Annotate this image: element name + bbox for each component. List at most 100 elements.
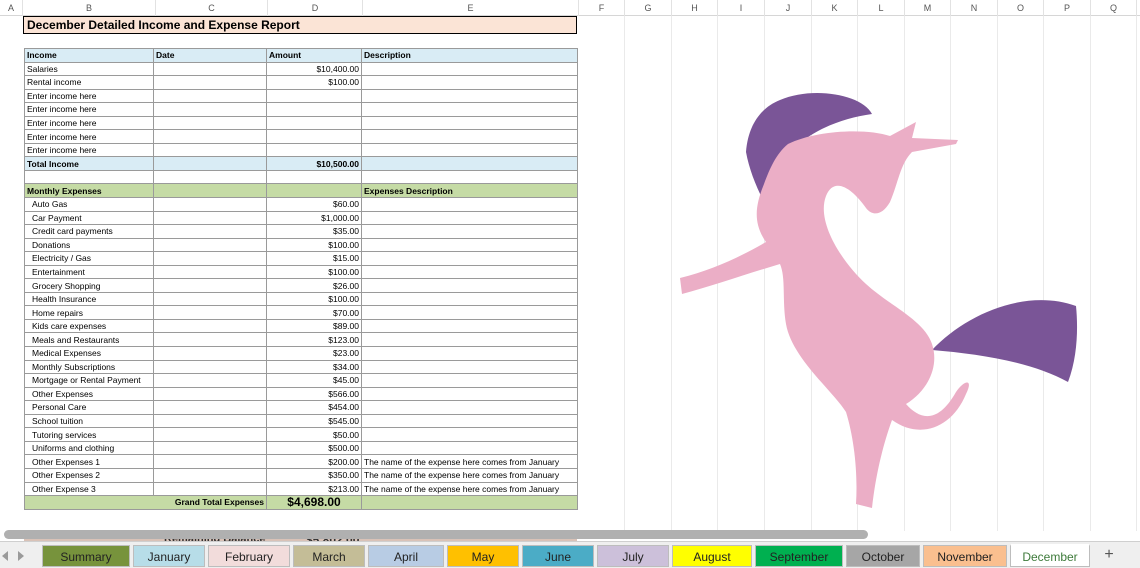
expense-label-cell[interactable]: Kids care expenses [24,318,154,334]
income-amount-cell[interactable] [266,102,362,117]
income-date-cell[interactable] [153,88,267,104]
expense-description-cell[interactable] [361,305,578,320]
expense-label-cell[interactable]: Electricity / Gas [24,251,154,266]
expense-amount-cell[interactable]: $100.00 [266,291,362,307]
column-header-i[interactable]: I [718,0,765,16]
sheet-tab-february[interactable]: February [208,545,290,567]
expense-header-empty[interactable] [153,183,267,198]
expense-date-cell[interactable] [153,264,267,280]
triangle-left-icon[interactable] [2,551,8,561]
income-amount-cell[interactable]: $100.00 [266,75,362,90]
column-header-c[interactable]: C [156,0,268,16]
expense-date-cell[interactable] [153,454,267,469]
grand-total-value[interactable]: $4,698.00 [266,495,362,510]
income-description-cell[interactable] [361,142,578,158]
unicorn-image[interactable] [676,92,1080,508]
expense-label-cell[interactable]: Uniforms and clothing [24,440,154,456]
expense-amount-cell[interactable]: $35.00 [266,224,362,239]
triangle-right-icon[interactable] [18,551,24,561]
expense-date-cell[interactable] [153,386,267,402]
sheet-tab-august[interactable]: August [672,545,752,567]
expense-description-cell[interactable] [361,332,578,348]
expense-label-cell[interactable]: Tutoring services [24,427,154,442]
expense-amount-cell[interactable]: $454.00 [266,400,362,415]
income-description-cell[interactable] [361,88,578,104]
income-label-cell[interactable]: Rental income [24,75,154,90]
expense-date-cell[interactable] [153,332,267,348]
expense-amount-cell[interactable]: $350.00 [266,467,362,483]
expense-date-cell[interactable] [153,346,267,361]
expense-amount-cell[interactable]: $70.00 [266,305,362,320]
expense-amount-cell[interactable]: $26.00 [266,278,362,293]
expense-amount-cell[interactable]: $200.00 [266,454,362,469]
expense-label-cell[interactable]: Credit card payments [24,224,154,239]
expense-amount-cell[interactable]: $100.00 [266,264,362,280]
sheet-tab-october[interactable]: October [846,545,920,567]
expense-date-cell[interactable] [153,400,267,415]
income-amount-cell[interactable]: $10,400.00 [266,61,362,77]
expense-amount-cell[interactable]: $89.00 [266,318,362,334]
expense-date-cell[interactable] [153,467,267,483]
column-header-n[interactable]: N [951,0,998,16]
expense-label-cell[interactable]: Other Expenses 2 [24,467,154,483]
horizontal-scrollbar[interactable] [4,530,868,539]
expense-description-cell[interactable] [361,440,578,456]
expense-header-empty[interactable] [266,183,362,198]
expense-description-cell[interactable] [361,386,578,402]
sheet-tab-june[interactable]: June [522,545,594,567]
report-title[interactable]: December Detailed Income and Expense Rep… [23,16,577,34]
income-description-cell[interactable] [361,129,578,144]
expense-label-cell[interactable]: Car Payment [24,210,154,226]
expense-amount-cell[interactable]: $23.00 [266,346,362,361]
sheet-tab-january[interactable]: January [133,545,205,567]
income-date-cell[interactable] [153,102,267,117]
expense-amount-cell[interactable]: $545.00 [266,413,362,429]
expense-description-cell[interactable] [361,413,578,429]
expense-description-cell[interactable] [361,373,578,388]
expense-amount-cell[interactable]: $566.00 [266,386,362,402]
expense-amount-cell[interactable]: $100.00 [266,237,362,253]
expenses-description-header[interactable]: Expenses Description [361,183,578,198]
sheet-tab-december[interactable]: December [1010,544,1090,567]
expense-label-cell[interactable]: Other Expenses [24,386,154,402]
expense-description-cell[interactable] [361,278,578,293]
income-description-cell[interactable] [361,61,578,77]
expense-description-cell[interactable]: The name of the expense here comes from … [361,467,578,483]
empty-cell[interactable] [266,169,362,185]
expense-date-cell[interactable] [153,278,267,293]
total-income-value[interactable]: $10,500.00 [266,156,362,171]
expense-date-cell[interactable] [153,224,267,239]
expense-amount-cell[interactable]: $1,000.00 [266,210,362,226]
sheet-tab-summary[interactable]: Summary [42,545,130,567]
expense-amount-cell[interactable]: $45.00 [266,373,362,388]
grand-total-description-cell[interactable] [361,495,578,510]
expense-description-cell[interactable] [361,318,578,334]
expense-label-cell[interactable]: Health Insurance [24,291,154,307]
date-header-cell[interactable]: Date [153,48,267,63]
expense-amount-cell[interactable]: $123.00 [266,332,362,348]
sheet-tab-september[interactable]: September [755,545,843,567]
column-header-k[interactable]: K [812,0,858,16]
column-header-d[interactable]: D [268,0,363,16]
column-header-a[interactable]: A [0,0,23,16]
expense-label-cell[interactable]: Grocery Shopping [24,278,154,293]
expense-description-cell[interactable] [361,197,578,212]
expense-date-cell[interactable] [153,359,267,375]
expense-label-cell[interactable]: Entertainment [24,264,154,280]
total-income-description-cell[interactable] [361,156,578,171]
sheet-tab-may[interactable]: May [447,545,519,567]
grand-total-label[interactable]: Grand Total Expenses [24,495,267,510]
empty-cell[interactable] [361,169,578,185]
sheet-tab-july[interactable]: July [597,545,669,567]
income-label-cell[interactable]: Salaries [24,61,154,77]
amount-header-cell[interactable]: Amount [266,48,362,63]
expense-description-cell[interactable]: The name of the expense here comes from … [361,454,578,469]
income-description-cell[interactable] [361,102,578,117]
expense-amount-cell[interactable]: $500.00 [266,440,362,456]
expense-date-cell[interactable] [153,318,267,334]
expense-description-cell[interactable] [361,427,578,442]
income-label-cell[interactable]: Enter income here [24,102,154,117]
income-description-cell[interactable] [361,75,578,90]
expense-description-cell[interactable]: The name of the expense here comes from … [361,481,578,497]
expense-amount-cell[interactable]: $15.00 [266,251,362,266]
